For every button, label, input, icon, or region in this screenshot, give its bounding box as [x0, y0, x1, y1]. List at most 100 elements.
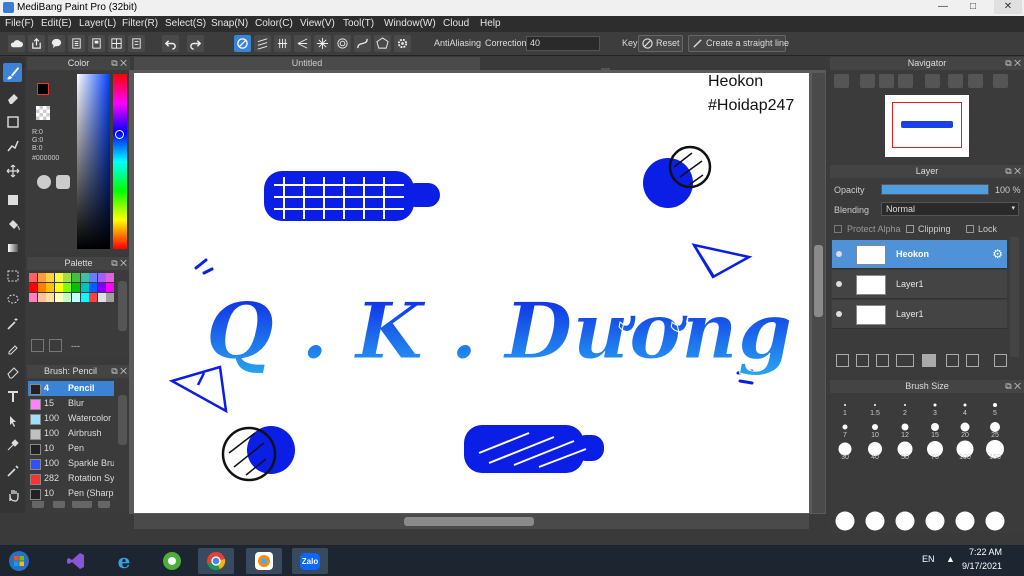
brush-item[interactable]: 15 Blur — [28, 396, 114, 411]
fill-rect-tool-icon[interactable] — [3, 190, 22, 209]
brush-size-option[interactable]: 5 — [981, 397, 1009, 417]
brush-size-option[interactable]: 70 — [921, 441, 949, 461]
panel-buttons[interactable]: ⧉ ✕ — [1005, 57, 1021, 70]
operation-tool-icon[interactable] — [3, 411, 22, 430]
page-icon[interactable] — [88, 35, 105, 52]
hue-handle[interactable] — [115, 130, 124, 139]
vanishing-snap-icon[interactable] — [294, 35, 311, 52]
brush-item[interactable]: 10 Pen (Sharp) — [28, 486, 114, 501]
correction-input[interactable]: 40 — [526, 36, 600, 51]
brush-scrollbar[interactable] — [118, 395, 127, 445]
merge-layer-icon[interactable] — [966, 354, 979, 367]
palette-swatch[interactable] — [80, 273, 89, 282]
chrome-icon[interactable] — [198, 548, 234, 574]
gear-icon[interactable]: ⚙ — [992, 247, 1003, 261]
brush-size-option[interactable] — [921, 511, 949, 531]
hand-tool-icon[interactable] — [3, 485, 22, 504]
brush-size-option[interactable]: 12 — [891, 419, 919, 439]
zoom-in-icon[interactable] — [860, 74, 875, 88]
select-pen-tool-icon[interactable] — [3, 338, 22, 357]
snap-off-icon[interactable] — [234, 35, 251, 52]
eraser-tool-icon[interactable] — [3, 88, 22, 107]
folder-icon[interactable] — [922, 354, 936, 367]
palette-swatch[interactable] — [37, 283, 46, 292]
palette-swatch[interactable] — [46, 273, 55, 282]
brush-size-option[interactable]: 10 — [861, 419, 889, 439]
clock-time[interactable]: 7:22 AM — [969, 547, 1002, 557]
color-set-icon[interactable] — [56, 175, 70, 189]
cloud-icon[interactable] — [8, 35, 25, 52]
palette-swatch[interactable] — [89, 273, 98, 282]
palette-swatch[interactable] — [97, 293, 106, 302]
palette-swatch[interactable] — [37, 293, 46, 302]
horizontal-scrollbar-thumb[interactable] — [404, 517, 534, 526]
palette-swatch[interactable] — [63, 283, 72, 292]
zoom-actual-icon[interactable] — [898, 74, 913, 88]
foreground-color-swatch[interactable] — [37, 83, 49, 95]
palette-swatch[interactable] — [54, 283, 63, 292]
select-tool-icon[interactable] — [3, 266, 22, 285]
new-halftone-layer-icon[interactable] — [856, 354, 869, 367]
straight-line-button[interactable]: Create a straight line — [688, 35, 789, 52]
brush-size-option[interactable]: 3 — [921, 397, 949, 417]
palette-swatch[interactable] — [89, 293, 98, 302]
text-tool-icon[interactable] — [3, 387, 22, 406]
brush-size-option[interactable]: 40 — [861, 441, 889, 461]
shape-tool-icon[interactable] — [3, 112, 22, 131]
parallel-snap-icon[interactable] — [254, 35, 271, 52]
palette-swatch[interactable] — [106, 283, 115, 292]
polygon-snap-icon[interactable] — [374, 35, 391, 52]
palette-swatch[interactable] — [80, 283, 89, 292]
palette-swatch[interactable] — [29, 273, 37, 282]
rotate-left-icon[interactable] — [925, 74, 940, 88]
brush-item[interactable]: 100 Airbrush — [28, 426, 114, 441]
zoom-out-icon[interactable] — [879, 74, 894, 88]
panel-buttons[interactable]: ⧉ ✕ — [1005, 380, 1021, 393]
palette-swatch[interactable] — [89, 283, 98, 292]
vertical-scrollbar[interactable] — [812, 73, 825, 513]
flip-icon[interactable] — [993, 74, 1008, 88]
redo-icon[interactable] — [187, 35, 204, 52]
new-palette-icon[interactable] — [31, 339, 44, 352]
panel-buttons[interactable]: ⧉ ✕ — [111, 57, 127, 70]
brush-item[interactable]: 100 Sparkle Brush — [28, 456, 114, 471]
magic-wand-tool-icon[interactable] — [3, 314, 22, 333]
menu-tool[interactable]: Tool(T) — [343, 18, 374, 29]
rotate-right-icon[interactable] — [968, 74, 983, 88]
layer-scrollbar[interactable] — [1010, 237, 1019, 357]
brush-size-option[interactable]: 7 — [831, 419, 859, 439]
move-tool-icon[interactable] — [3, 161, 22, 180]
menu-snap[interactable]: Snap(N) — [211, 18, 248, 29]
eyedropper2-tool-icon[interactable] — [3, 461, 22, 480]
blending-select[interactable]: Normal ▾ — [881, 202, 1019, 216]
select-eraser-tool-icon[interactable] — [3, 362, 22, 381]
brush-item[interactable]: 100 Watercolor — [28, 411, 114, 426]
fit-screen-icon[interactable] — [948, 74, 963, 88]
maximize-button[interactable]: □ — [962, 0, 984, 14]
new-8bit-layer-icon[interactable] — [876, 354, 889, 367]
dot-brush-tool-icon[interactable] — [3, 136, 22, 155]
trash-icon[interactable] — [49, 339, 62, 352]
menu-file[interactable]: File(F) — [5, 18, 34, 29]
brush-item[interactable]: 282 Rotation Symmetry — [28, 471, 114, 486]
brush-size-option[interactable] — [981, 511, 1009, 531]
language-indicator[interactable]: EN — [922, 554, 935, 564]
palette-swatch[interactable] — [63, 273, 72, 282]
palette-swatch[interactable] — [29, 293, 37, 302]
protect-alpha-checkbox[interactable] — [834, 225, 842, 233]
saturation-value-picker[interactable] — [77, 74, 110, 249]
curve-snap-icon[interactable] — [354, 35, 371, 52]
duplicate-layer-icon[interactable] — [946, 354, 959, 367]
brush-size-option[interactable]: 1 — [831, 397, 859, 417]
reset-button[interactable]: Reset — [638, 35, 683, 52]
visibility-icon[interactable] — [836, 281, 842, 287]
opacity-slider[interactable] — [881, 184, 989, 195]
palette-swatch[interactable] — [37, 273, 46, 282]
medibang-taskbar-icon[interactable] — [246, 548, 282, 574]
brush-size-option[interactable] — [951, 511, 979, 531]
document-icon[interactable] — [68, 35, 85, 52]
palette-swatch[interactable] — [80, 293, 89, 302]
canvas-tab[interactable]: Untitled — [134, 57, 480, 70]
lock-checkbox[interactable] — [966, 225, 974, 233]
eyedropper-tool-icon[interactable] — [3, 435, 22, 454]
